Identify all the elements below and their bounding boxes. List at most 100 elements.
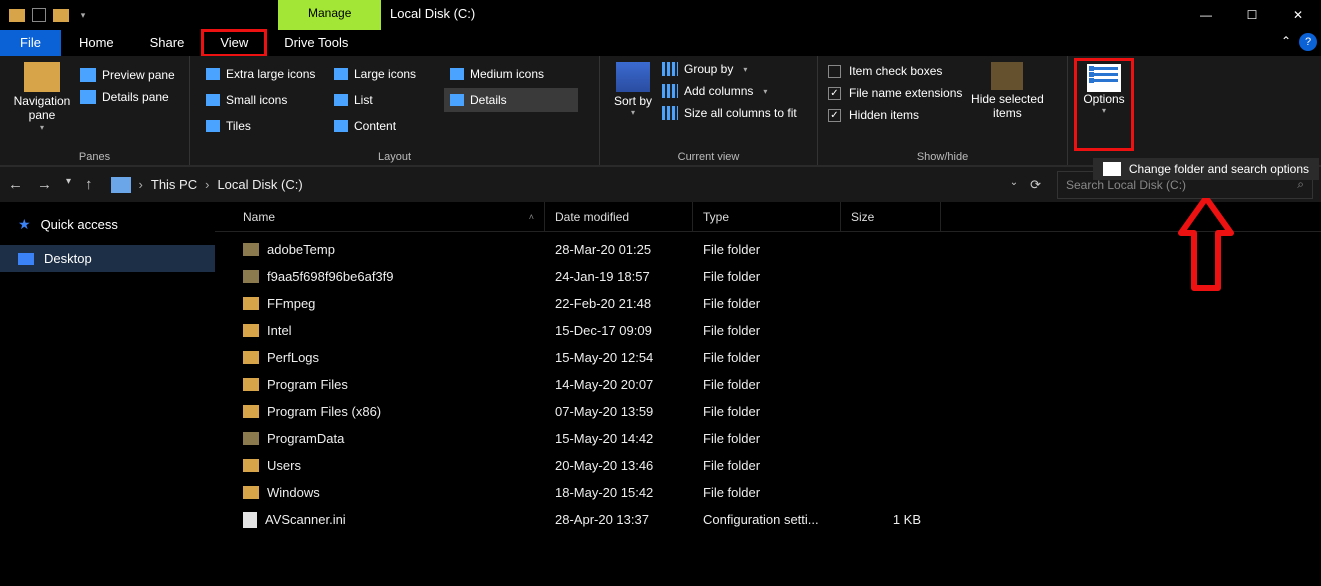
details-pane-label: Details pane bbox=[102, 90, 169, 104]
table-row[interactable]: Program Files (x86)07-May-20 13:59File f… bbox=[215, 398, 1321, 425]
back-button[interactable]: ← bbox=[8, 176, 23, 193]
qat-dropdown-icon[interactable]: ▾ bbox=[74, 6, 92, 24]
file-type: File folder bbox=[693, 296, 841, 311]
tab-home[interactable]: Home bbox=[61, 30, 132, 56]
forward-button[interactable]: → bbox=[37, 176, 52, 193]
preview-pane-button[interactable]: Preview pane bbox=[80, 68, 175, 82]
file-name: AVScanner.ini bbox=[265, 512, 346, 527]
table-row[interactable]: f9aa5f698f96be6af3f924-Jan-19 18:57File … bbox=[215, 263, 1321, 290]
add-columns-button[interactable]: Add columns▾ bbox=[662, 84, 797, 98]
content-icon bbox=[334, 120, 348, 132]
tab-share[interactable]: Share bbox=[132, 30, 203, 56]
sort-by-button[interactable]: Sort by ▾ bbox=[610, 62, 656, 147]
tab-view[interactable]: View bbox=[202, 30, 266, 56]
hide-selected-button[interactable]: Hide selected items bbox=[968, 62, 1046, 147]
collapse-ribbon-icon[interactable]: ⌃ bbox=[1281, 34, 1291, 48]
ribbon: Navigation pane ▾ Preview pane Details p… bbox=[0, 56, 1321, 166]
layout-small[interactable]: Small icons bbox=[200, 88, 326, 112]
file-name: Program Files (x86) bbox=[267, 404, 381, 419]
refresh-icon[interactable]: ⟳ bbox=[1030, 177, 1041, 193]
hidden-items-toggle[interactable]: ✓Hidden items bbox=[828, 108, 962, 122]
table-row[interactable]: Program Files14-May-20 20:07File folder bbox=[215, 371, 1321, 398]
up-button[interactable]: ↑ bbox=[85, 176, 93, 193]
layout-tiles[interactable]: Tiles bbox=[200, 114, 326, 138]
file-date: 14-May-20 20:07 bbox=[545, 377, 693, 392]
sidebar-desktop-label: Desktop bbox=[44, 251, 92, 266]
sidebar-item-desktop[interactable]: Desktop bbox=[0, 245, 215, 272]
folder-icon bbox=[243, 324, 259, 337]
navigation-pane-button[interactable]: Navigation pane ▾ bbox=[10, 62, 74, 147]
properties-icon[interactable] bbox=[30, 6, 48, 24]
layout-details[interactable]: Details bbox=[444, 88, 578, 112]
folder-icon bbox=[8, 6, 26, 24]
preview-pane-label: Preview pane bbox=[102, 68, 175, 82]
sidebar-item-quick-access[interactable]: ★ Quick access bbox=[0, 210, 215, 239]
column-header-date[interactable]: Date modified bbox=[545, 202, 693, 231]
column-header-size[interactable]: Size bbox=[841, 202, 941, 231]
group-label-panes: Panes bbox=[10, 147, 179, 165]
item-check-boxes-toggle[interactable]: Item check boxes bbox=[828, 64, 962, 78]
maximize-button[interactable]: ☐ bbox=[1229, 0, 1275, 30]
list-layout-icon bbox=[334, 94, 348, 106]
close-button[interactable]: ✕ bbox=[1275, 0, 1321, 30]
layout-large[interactable]: Large icons bbox=[328, 62, 442, 86]
folder-icon bbox=[243, 378, 259, 391]
options-button[interactable]: Options ▾ bbox=[1078, 62, 1130, 147]
window-title: Local Disk (C:) bbox=[390, 6, 475, 21]
file-name: Users bbox=[267, 458, 301, 473]
layout-extra-large[interactable]: Extra large icons bbox=[200, 62, 326, 86]
checkbox-checked-icon: ✓ bbox=[828, 109, 841, 122]
file-date: 28-Apr-20 13:37 bbox=[545, 512, 693, 527]
folder-icon bbox=[243, 405, 259, 418]
file-name: Intel bbox=[267, 323, 292, 338]
table-row[interactable]: Intel15-Dec-17 09:09File folder bbox=[215, 317, 1321, 344]
file-date: 28-Mar-20 01:25 bbox=[545, 242, 693, 257]
file-date: 22-Feb-20 21:48 bbox=[545, 296, 693, 311]
chevron-down-icon: ▾ bbox=[743, 65, 747, 74]
help-icon[interactable]: ? bbox=[1299, 33, 1317, 51]
folder-icon bbox=[243, 486, 259, 499]
new-folder-icon[interactable] bbox=[52, 6, 70, 24]
tab-drive-tools[interactable]: Drive Tools bbox=[266, 30, 366, 56]
star-icon: ★ bbox=[18, 216, 31, 233]
table-row[interactable]: PerfLogs15-May-20 12:54File folder bbox=[215, 344, 1321, 371]
checkbox-checked-icon: ✓ bbox=[828, 87, 841, 100]
breadcrumb[interactable]: › This PC › Local Disk (C:) ⌄ ⟳ bbox=[103, 177, 1047, 193]
table-row[interactable]: Windows18-May-20 15:42File folder bbox=[215, 479, 1321, 506]
details-pane-icon bbox=[80, 90, 96, 104]
file-extensions-toggle[interactable]: ✓File name extensions bbox=[828, 86, 962, 100]
manage-contextual-tab[interactable]: Manage bbox=[278, 0, 381, 30]
folder-options-icon bbox=[1103, 162, 1121, 176]
ribbon-tabs: File Home Share View Drive Tools ⌃ ? bbox=[0, 30, 1321, 56]
file-type: File folder bbox=[693, 404, 841, 419]
options-dropdown-item[interactable]: Change folder and search options bbox=[1093, 158, 1319, 180]
quick-access-toolbar: ▾ bbox=[0, 6, 92, 24]
table-row[interactable]: AVScanner.ini 28-Apr-20 13:37Configuratio… bbox=[215, 506, 1321, 533]
size-columns-button[interactable]: Size all columns to fit bbox=[662, 106, 797, 120]
details-pane-button[interactable]: Details pane bbox=[80, 90, 175, 104]
folder-icon bbox=[243, 351, 259, 364]
recent-locations-icon[interactable]: ▾ bbox=[66, 176, 71, 193]
minimize-button[interactable]: ― bbox=[1183, 0, 1229, 30]
table-row[interactable]: Users20-May-20 13:46File folder bbox=[215, 452, 1321, 479]
table-row[interactable]: FFmpeg22-Feb-20 21:48File folder bbox=[215, 290, 1321, 317]
file-type: Configuration setti... bbox=[693, 512, 841, 527]
breadcrumb-disk[interactable]: Local Disk (C:) bbox=[217, 177, 302, 192]
table-row[interactable]: ProgramData15-May-20 14:42File folder bbox=[215, 425, 1321, 452]
table-row[interactable]: adobeTemp28-Mar-20 01:25File folder bbox=[215, 236, 1321, 263]
file-date: 24-Jan-19 18:57 bbox=[545, 269, 693, 284]
breadcrumb-this-pc[interactable]: This PC bbox=[151, 177, 197, 192]
group-by-button[interactable]: Group by▾ bbox=[662, 62, 797, 76]
hide-selected-icon bbox=[991, 62, 1023, 90]
address-dropdown-icon[interactable]: ⌄ bbox=[1010, 177, 1018, 193]
size-columns-icon bbox=[662, 106, 678, 120]
layout-list[interactable]: List bbox=[328, 88, 442, 112]
layout-content[interactable]: Content bbox=[328, 114, 442, 138]
column-header-type[interactable]: Type bbox=[693, 202, 841, 231]
column-headers: Name˄ Date modified Type Size bbox=[215, 202, 1321, 232]
column-header-name[interactable]: Name˄ bbox=[215, 202, 545, 231]
group-by-icon bbox=[662, 62, 678, 76]
layout-medium[interactable]: Medium icons bbox=[444, 62, 578, 86]
file-name: adobeTemp bbox=[267, 242, 335, 257]
tab-file[interactable]: File bbox=[0, 30, 61, 56]
